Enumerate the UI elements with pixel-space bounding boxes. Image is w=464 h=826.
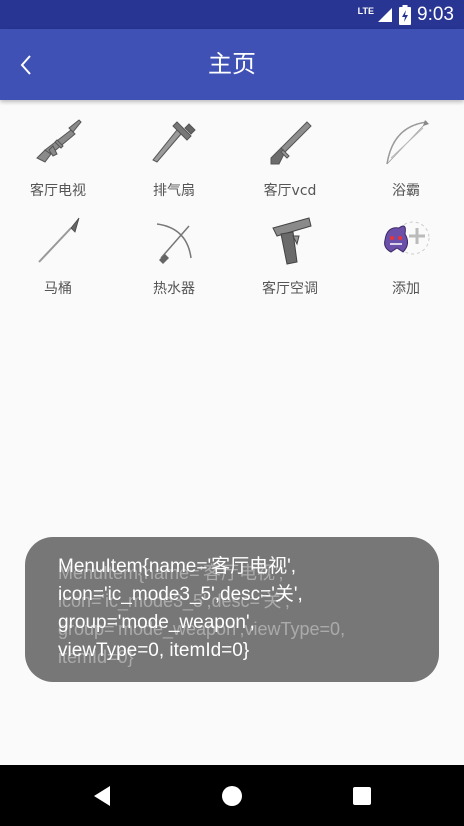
grid-item-exhaust-fan[interactable]: 排气扇 bbox=[116, 100, 232, 199]
spear-icon bbox=[31, 214, 85, 268]
battery-charging-icon bbox=[399, 4, 412, 25]
grid-item-label: 添加 bbox=[392, 281, 420, 297]
circle-home-icon bbox=[222, 786, 242, 806]
back-button[interactable] bbox=[8, 47, 44, 83]
toast-message: MenuItem{name='客厅电视', icon='ic_mode3_5',… bbox=[25, 537, 439, 682]
grid-item-add[interactable]: 添加 bbox=[348, 198, 464, 297]
app-bar: 主页 bbox=[0, 29, 464, 100]
triangle-back-icon bbox=[94, 786, 110, 806]
grid-item-toilet[interactable]: 马桶 bbox=[0, 198, 116, 297]
nav-recents-button[interactable] bbox=[344, 778, 380, 814]
hammer-icon bbox=[147, 116, 201, 170]
grid-item-living-room-vcd[interactable]: 客厅vcd bbox=[232, 100, 348, 199]
page-title: 主页 bbox=[208, 50, 256, 78]
clock: 9:03 bbox=[417, 3, 454, 25]
grid-item-living-room-ac[interactable]: 客厅空调 bbox=[232, 198, 348, 297]
signal-icon bbox=[378, 7, 393, 22]
nav-back-button[interactable] bbox=[84, 778, 120, 814]
chevron-left-icon bbox=[20, 55, 31, 75]
grid-item-label: 浴霸 bbox=[392, 183, 420, 199]
grid-item-label: 客厅电视 bbox=[30, 183, 86, 199]
pistol-icon bbox=[263, 214, 317, 268]
grid-item-bath-heater[interactable]: 浴霸 bbox=[348, 100, 464, 199]
grid-item-living-room-tv[interactable]: 客厅电视 bbox=[0, 100, 116, 199]
network-type: LTE bbox=[357, 5, 375, 16]
grid-item-label: 热水器 bbox=[153, 281, 195, 297]
machine-gun-icon bbox=[31, 116, 85, 170]
grid-item-label: 排气扇 bbox=[153, 183, 195, 199]
crossbow-icon bbox=[147, 214, 201, 268]
grid-item-water-heater[interactable]: 热水器 bbox=[116, 198, 232, 297]
bow-icon bbox=[379, 116, 433, 170]
navigation-bar bbox=[0, 765, 464, 826]
grid-item-label: 马桶 bbox=[44, 281, 72, 297]
add-ghost-icon bbox=[379, 214, 433, 268]
square-recents-icon bbox=[353, 787, 371, 805]
status-icons: LTE 9:03 bbox=[358, 0, 454, 29]
toast-text: MenuItem{name='客厅电视', icon='ic_mode3_5',… bbox=[58, 556, 303, 661]
grid-item-label: 客厅vcd bbox=[263, 183, 317, 199]
nav-home-button[interactable] bbox=[214, 778, 250, 814]
status-bar: LTE 9:03 bbox=[0, 0, 464, 29]
grid-item-label: 客厅空调 bbox=[262, 281, 318, 297]
shotgun-icon bbox=[263, 116, 317, 170]
